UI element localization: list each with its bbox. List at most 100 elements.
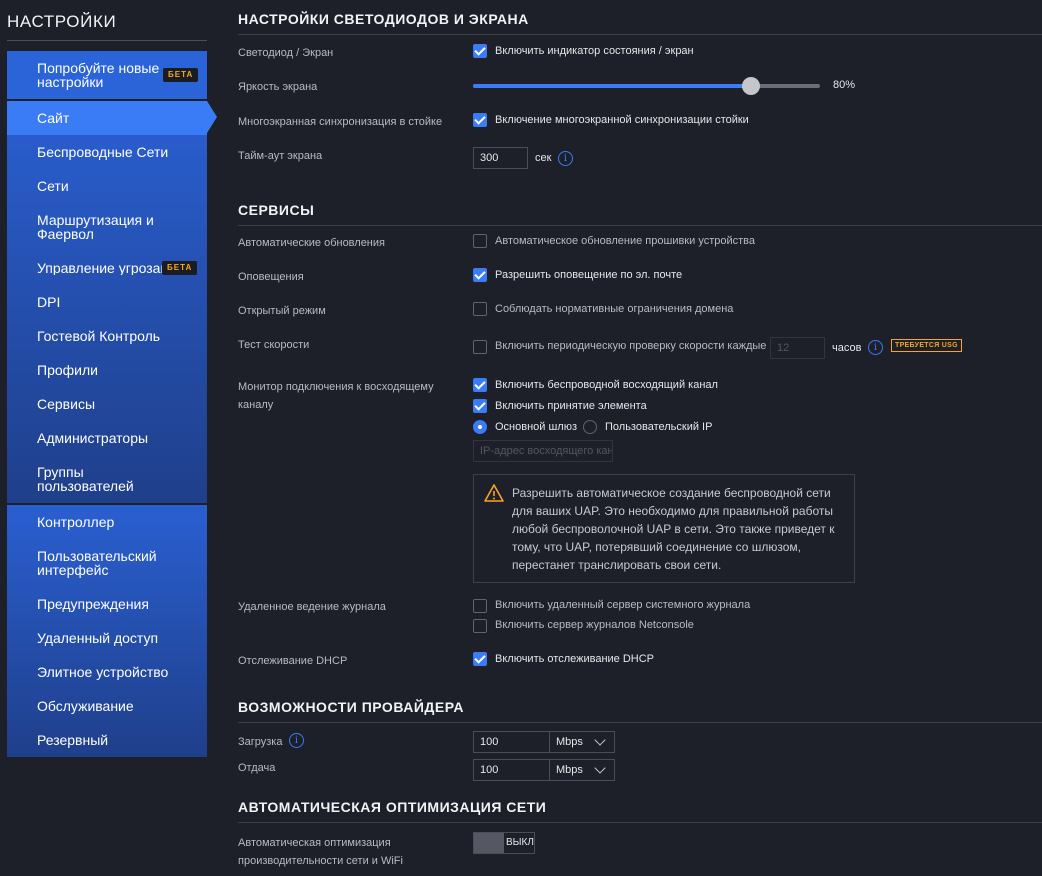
uplink-warning-box: Разрешить автоматическое создание беспро… bbox=[473, 474, 855, 583]
notify-checkbox[interactable] bbox=[473, 268, 487, 282]
sidebar-item-label: Попробуйте новые настройки bbox=[37, 60, 160, 90]
uplink-adopt-checkbox[interactable] bbox=[473, 399, 487, 413]
sidebar-item-label: Обслуживание bbox=[37, 698, 134, 714]
sidebar-item-threat-management[interactable]: Управление угрозами БЕТА bbox=[7, 261, 207, 281]
custom-ip-radio-label: Пользовательский IP bbox=[605, 421, 713, 433]
sidebar-item-label: Профили bbox=[37, 362, 98, 378]
info-icon[interactable]: i bbox=[868, 340, 883, 355]
sidebar-item-controller[interactable]: Контроллер bbox=[7, 515, 207, 535]
sidebar-item-services[interactable]: Сервисы bbox=[7, 397, 207, 417]
open-mode-option-label: Соблюдать нормативные ограничения домена bbox=[495, 303, 734, 315]
sidebar-item-backup[interactable]: Резервный bbox=[7, 733, 207, 753]
beta-badge: БЕТА bbox=[162, 261, 198, 275]
sidebar-group-main: Сайт Беспроводные Сети Сети Маршрутизаци… bbox=[7, 101, 207, 503]
sidebar-item-dpi[interactable]: DPI bbox=[7, 295, 207, 315]
sidebar-item-site[interactable]: Сайт bbox=[7, 101, 207, 135]
speed-test-interval-input[interactable]: 12 bbox=[770, 337, 825, 359]
led-option-label: Включить индикатор состояния / экран bbox=[495, 45, 694, 57]
sidebar-item-label: Группы пользователей bbox=[37, 464, 134, 494]
chevron-down-icon[interactable] bbox=[594, 734, 606, 746]
brightness-label: Яркость экрана bbox=[238, 81, 318, 93]
speed-test-checkbox[interactable] bbox=[473, 340, 487, 354]
divider bbox=[238, 225, 1042, 226]
custom-ip-radio[interactable] bbox=[583, 420, 597, 434]
sidebar-item-try-new-settings[interactable]: Попробуйте новые настройки БЕТА bbox=[7, 51, 207, 99]
timeout-label: Тайм-аут экрана bbox=[238, 150, 323, 162]
auto-update-option-label: Автоматическое обновление прошивки устро… bbox=[495, 235, 755, 247]
upload-label: Отдача bbox=[238, 762, 276, 774]
info-icon[interactable]: i bbox=[289, 733, 304, 748]
gateway-radio-label: Основной шлюз bbox=[495, 421, 578, 433]
section-title-optimize: АВТОМАТИЧЕСКАЯ ОПТИМИЗАЦИЯ СЕТИ bbox=[238, 799, 547, 815]
dhcp-option-label: Включить отслеживание DHCP bbox=[495, 653, 655, 665]
sidebar-item-user-groups[interactable]: Группы пользователей bbox=[7, 465, 207, 495]
download-speed-field[interactable]: 100 Mbps bbox=[473, 731, 615, 753]
sidebar-item-label: Управление угрозами bbox=[37, 261, 162, 275]
sidebar-item-routing-firewall[interactable]: Маршрутизация и Фаервол bbox=[7, 213, 207, 243]
sidebar-group-system: Контроллер Пользовательский интерфейс Пр… bbox=[7, 505, 207, 757]
sidebar-item-label: Удаленный доступ bbox=[37, 630, 159, 646]
optimize-toggle[interactable]: ВЫКЛ bbox=[473, 832, 535, 854]
chevron-down-icon[interactable] bbox=[594, 762, 606, 774]
sidebar-item-profiles[interactable]: Профили bbox=[7, 363, 207, 383]
sidebar-item-remote-access[interactable]: Удаленный доступ bbox=[7, 631, 207, 651]
usg-required-badge: ТРЕБУЕТСЯ USG bbox=[891, 339, 962, 352]
toggle-state-label: ВЫКЛ bbox=[506, 837, 534, 848]
sidebar-item-label: Беспроводные Сети bbox=[37, 144, 169, 160]
sync-label: Многоэкранная синхронизация в стойке bbox=[238, 116, 443, 128]
divider bbox=[238, 34, 1042, 35]
sidebar-item-alerts[interactable]: Предупреждения bbox=[7, 597, 207, 617]
uplink-wireless-checkbox[interactable] bbox=[473, 378, 487, 392]
gateway-radio[interactable] bbox=[473, 420, 487, 434]
timeout-unit: сек bbox=[535, 152, 552, 164]
speed-test-label: Тест скорости bbox=[238, 339, 310, 351]
dhcp-checkbox[interactable] bbox=[473, 652, 487, 666]
sidebar-item-user-interface[interactable]: Пользовательский интерфейс bbox=[7, 549, 207, 579]
sidebar-item-label: Маршрутизация и Фаервол bbox=[37, 212, 154, 242]
sidebar-item-networks[interactable]: Сети bbox=[7, 179, 207, 199]
sidebar-item-elite-device[interactable]: Элитное устройство bbox=[7, 665, 207, 685]
netconsole-option-label: Включить сервер журналов Netconsole bbox=[495, 619, 694, 631]
speed-test-unit: часов bbox=[832, 342, 862, 354]
open-mode-checkbox[interactable] bbox=[473, 302, 487, 316]
auto-update-checkbox[interactable] bbox=[473, 234, 487, 248]
upload-speed-field[interactable]: 100 Mbps bbox=[473, 759, 615, 781]
sidebar-item-maintenance[interactable]: Обслуживание bbox=[7, 699, 207, 719]
sidebar-item-label: Сервисы bbox=[37, 396, 96, 412]
sidebar-item-label: Контроллер bbox=[37, 514, 115, 530]
sidebar-item-label: Элитное устройство bbox=[37, 664, 169, 680]
uplink-ip-input[interactable]: IP-адрес восходящего канала bbox=[473, 440, 613, 462]
timeout-input[interactable]: 300 bbox=[473, 147, 528, 169]
sidebar-item-label: Пользовательский интерфейс bbox=[37, 548, 157, 578]
notify-option-label: Разрешить оповещение по эл. почте bbox=[495, 269, 683, 281]
brightness-slider-fill bbox=[473, 84, 751, 88]
active-indicator-arrow bbox=[207, 101, 217, 133]
section-title-led: НАСТРОЙКИ СВЕТОДИОДОВ И ЭКРАНА bbox=[238, 11, 529, 27]
netconsole-checkbox[interactable] bbox=[473, 619, 487, 633]
download-label: Загрузка bbox=[238, 736, 283, 748]
sidebar-item-label: Предупреждения bbox=[37, 596, 149, 612]
warning-icon bbox=[484, 484, 504, 502]
beta-badge: БЕТА bbox=[163, 68, 199, 82]
sidebar-title: НАСТРОЙКИ bbox=[7, 12, 117, 31]
uplink-monitor-label: Монитор подключения к восходящему каналу bbox=[238, 381, 434, 411]
sidebar-item-label: Гостевой Контроль bbox=[37, 328, 161, 344]
led-checkbox[interactable] bbox=[473, 44, 487, 58]
sidebar-item-label: Сети bbox=[37, 178, 69, 194]
download-value[interactable]: 100 bbox=[474, 732, 550, 752]
auto-update-label: Автоматические обновления bbox=[238, 237, 385, 249]
sidebar-item-admins[interactable]: Администраторы bbox=[7, 431, 207, 451]
syslog-checkbox[interactable] bbox=[473, 599, 487, 613]
upload-value[interactable]: 100 bbox=[474, 760, 550, 780]
divider bbox=[7, 40, 207, 41]
section-title-services: СЕРВИСЫ bbox=[238, 202, 315, 218]
sidebar-item-guest-control[interactable]: Гостевой Контроль bbox=[7, 329, 207, 349]
speed-test-option-label: Включить периодическую проверку скорости… bbox=[495, 340, 767, 352]
sidebar-item-wireless[interactable]: Беспроводные Сети bbox=[7, 145, 207, 165]
info-icon[interactable]: i bbox=[558, 151, 573, 166]
sync-checkbox[interactable] bbox=[473, 113, 487, 127]
upload-unit-select[interactable]: Mbps bbox=[556, 760, 583, 780]
brightness-slider-handle[interactable] bbox=[742, 77, 760, 95]
brightness-slider[interactable] bbox=[473, 84, 820, 88]
download-unit-select[interactable]: Mbps bbox=[556, 732, 583, 752]
